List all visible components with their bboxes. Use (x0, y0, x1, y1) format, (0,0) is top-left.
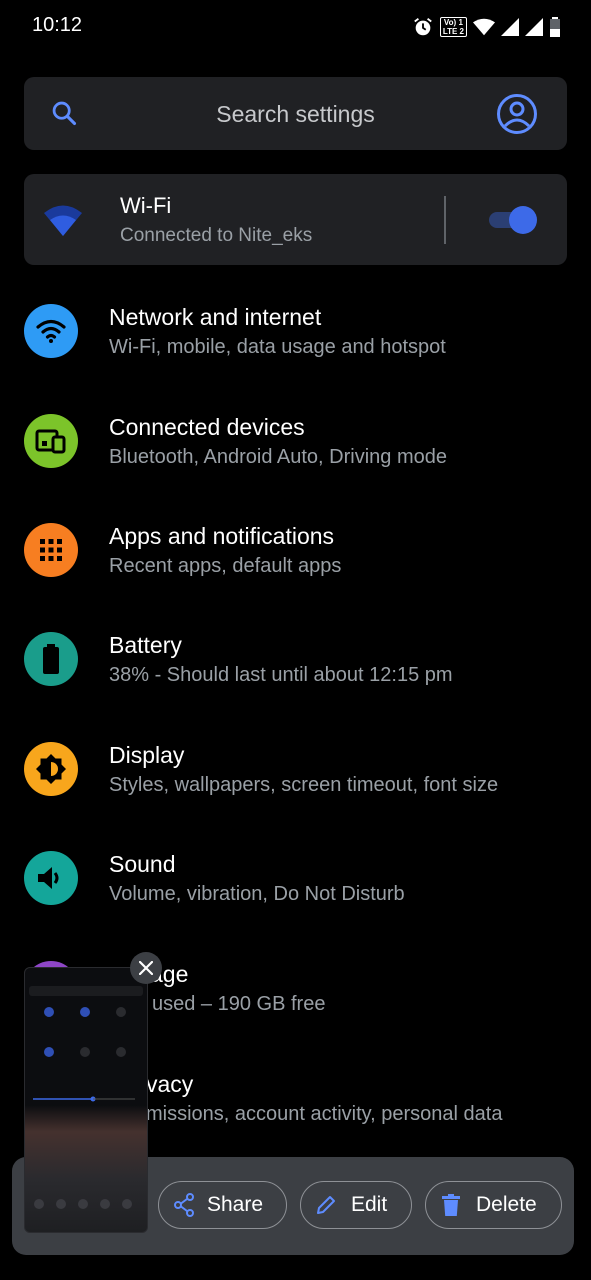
wifi-title: Wi-Fi (120, 193, 172, 218)
status-icons: Vo) 1 LTE 2 (412, 14, 561, 40)
item-title: Apps and notifications (109, 523, 335, 549)
settings-item-apps[interactable]: Apps and notifications Recent apps, defa… (0, 523, 591, 631)
account-avatar-icon[interactable] (496, 93, 538, 135)
trash-icon (442, 1194, 460, 1216)
volte-icon: Vo) 1 LTE 2 (439, 17, 467, 37)
cell-signal-1-icon (501, 18, 519, 36)
delete-label: Delete (476, 1193, 537, 1216)
clock: 10:12 (32, 14, 83, 36)
edit-button[interactable]: Edit (300, 1181, 412, 1229)
delete-button[interactable]: Delete (425, 1181, 562, 1229)
item-title: Sound (109, 851, 176, 877)
cell-signal-2-icon (525, 18, 543, 36)
settings-item-network[interactable]: Network and internet Wi-Fi, mobile, data… (0, 304, 591, 412)
toggle-thumb (509, 206, 537, 234)
item-title: Connected devices (109, 414, 305, 440)
status-bar: 10:12 Vo) 1 LTE 2 (0, 0, 591, 56)
settings-item-sound[interactable]: Sound Volume, vibration, Do Not Disturb (0, 851, 591, 959)
apps-grid-icon (24, 523, 78, 577)
settings-item-connected-devices[interactable]: Connected devices Bluetooth, Android Aut… (0, 414, 591, 522)
wifi-icon (24, 304, 78, 358)
item-title: Battery (109, 632, 182, 658)
item-title: vacy (146, 1071, 194, 1097)
settings-item-display[interactable]: Display Styles, wallpapers, screen timeo… (0, 742, 591, 850)
item-title: Display (109, 742, 185, 768)
wifi-icon (44, 205, 82, 236)
search-bar[interactable]: Search settings (24, 77, 567, 150)
item-subtitle: Volume, vibration, Do Not Disturb (109, 883, 405, 905)
close-icon (139, 961, 153, 975)
alarm-icon (414, 18, 432, 36)
item-subtitle: missions, account activity, personal dat… (146, 1103, 503, 1125)
settings-item-battery[interactable]: Battery 38% - Should last until about 12… (0, 632, 591, 740)
wifi-toggle[interactable] (489, 204, 539, 236)
battery-icon (24, 632, 78, 686)
wifi-subtitle: Connected to Nite_eks (120, 225, 313, 246)
close-preview-button[interactable] (130, 952, 162, 984)
item-subtitle: Bluetooth, Android Auto, Driving mode (109, 446, 447, 468)
edit-label: Edit (351, 1193, 388, 1216)
share-button[interactable]: Share (158, 1181, 287, 1229)
item-subtitle: 38% - Should last until about 12:15 pm (109, 664, 453, 686)
item-title: Network and internet (109, 304, 322, 330)
edit-pencil-icon (317, 1196, 335, 1214)
item-subtitle: Styles, wallpapers, screen timeout, font… (109, 774, 499, 796)
devices-icon (24, 414, 78, 468)
share-label: Share (207, 1193, 264, 1216)
screenshot-preview-content (29, 986, 143, 1209)
divider (444, 196, 446, 244)
screenshot-preview-thumbnail[interactable] (24, 967, 148, 1233)
brightness-icon (24, 742, 78, 796)
item-subtitle: used – 190 GB free (152, 993, 326, 1015)
item-subtitle: Wi-Fi, mobile, data usage and hotspot (109, 336, 446, 358)
wifi-quick-card[interactable]: Wi-Fi Connected to Nite_eks (24, 174, 567, 265)
search-placeholder: Search settings (216, 101, 375, 127)
wifi-signal-icon (473, 18, 495, 36)
share-icon (174, 1193, 194, 1217)
volume-icon (24, 851, 78, 905)
item-subtitle: Recent apps, default apps (109, 555, 342, 577)
battery-status-icon (550, 17, 560, 37)
